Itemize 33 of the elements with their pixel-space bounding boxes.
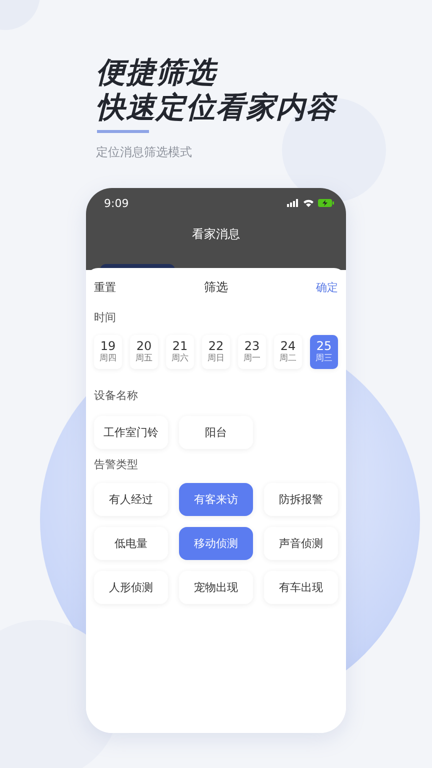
date-chip[interactable]: 19 周四: [94, 335, 122, 369]
alert-type-chip[interactable]: 宠物出现: [179, 571, 253, 604]
device-chip[interactable]: 阳台: [179, 416, 253, 449]
alert-type-chip[interactable]: 有车出现: [264, 571, 338, 604]
wifi-icon: [303, 199, 314, 207]
date-chip[interactable]: 22 周日: [202, 335, 230, 369]
sheet-title: 筛选: [204, 278, 228, 296]
alert-type-chip[interactable]: 防拆报警: [264, 483, 338, 516]
headline: 快速定位看家内容: [96, 90, 338, 125]
alert-type-chip[interactable]: 有人经过: [94, 483, 168, 516]
alert-type-chip[interactable]: 声音侦测: [264, 527, 338, 560]
section-label: 告警类型: [94, 457, 138, 473]
section-label: 设备名称: [94, 388, 138, 404]
battery-charging-icon: [318, 199, 334, 207]
date-chip[interactable]: 25 周三: [310, 335, 338, 369]
alert-type-chip[interactable]: 人形侦测: [94, 571, 168, 604]
reset-button[interactable]: 重置: [94, 280, 116, 294]
alert-type-chip[interactable]: 移动侦测: [179, 527, 253, 560]
section-label: 时间: [94, 310, 116, 326]
alert-type-chip[interactable]: 有客来访: [179, 483, 253, 516]
confirm-button[interactable]: 确定: [316, 280, 338, 294]
date-chip[interactable]: 24 周二: [274, 335, 302, 369]
signal-icon: [287, 199, 299, 207]
date-chip[interactable]: 20 周五: [130, 335, 158, 369]
accent-bar: [97, 130, 149, 133]
subtitle: 定位消息筛选模式: [96, 144, 192, 160]
status-time: 9:09: [104, 196, 129, 210]
device-chip[interactable]: 工作室门铃: [94, 416, 168, 449]
headline: 便捷筛选: [96, 55, 219, 90]
alert-type-chip[interactable]: 低电量: [94, 527, 168, 560]
date-chip[interactable]: 23 周一: [238, 335, 266, 369]
date-chip[interactable]: 21 周六: [166, 335, 194, 369]
screen-title: 看家消息: [192, 226, 240, 242]
